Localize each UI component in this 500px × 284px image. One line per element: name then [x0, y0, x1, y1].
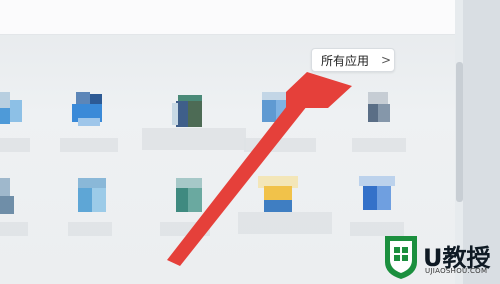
pinned-app-5[interactable] — [362, 92, 396, 132]
app-label-blurred — [244, 138, 316, 152]
app-label-blurred — [0, 222, 28, 236]
shield-logo-icon — [385, 236, 417, 279]
pinned-app-8[interactable] — [172, 178, 206, 216]
app-label-blurred — [352, 138, 406, 152]
pinned-app-9[interactable] — [258, 176, 298, 216]
app-label-blurred — [60, 138, 118, 152]
watermark-site: UJIAOSHOU.COM — [425, 267, 488, 275]
app-label-blurred — [0, 138, 30, 152]
all-apps-button[interactable]: 所有应用 > — [311, 48, 395, 72]
pinned-app-4[interactable] — [258, 92, 298, 132]
scrollbar[interactable] — [456, 62, 463, 202]
watermark: U教授 UJIAOSHOU.COM — [381, 232, 499, 282]
chevron-right-icon: > — [381, 53, 392, 67]
pinned-app-6[interactable] — [0, 178, 22, 218]
app-label-blurred — [238, 212, 332, 234]
app-label-blurred — [142, 128, 246, 150]
pinned-app-2[interactable] — [68, 92, 108, 132]
all-apps-label: 所有应用 — [321, 53, 370, 68]
search-bar-area — [0, 0, 455, 35]
app-label-blurred — [68, 222, 112, 236]
pinned-app-1[interactable] — [0, 92, 24, 132]
pinned-app-10[interactable] — [355, 176, 399, 216]
app-label-blurred — [160, 222, 210, 236]
pinned-app-7[interactable] — [78, 178, 108, 216]
